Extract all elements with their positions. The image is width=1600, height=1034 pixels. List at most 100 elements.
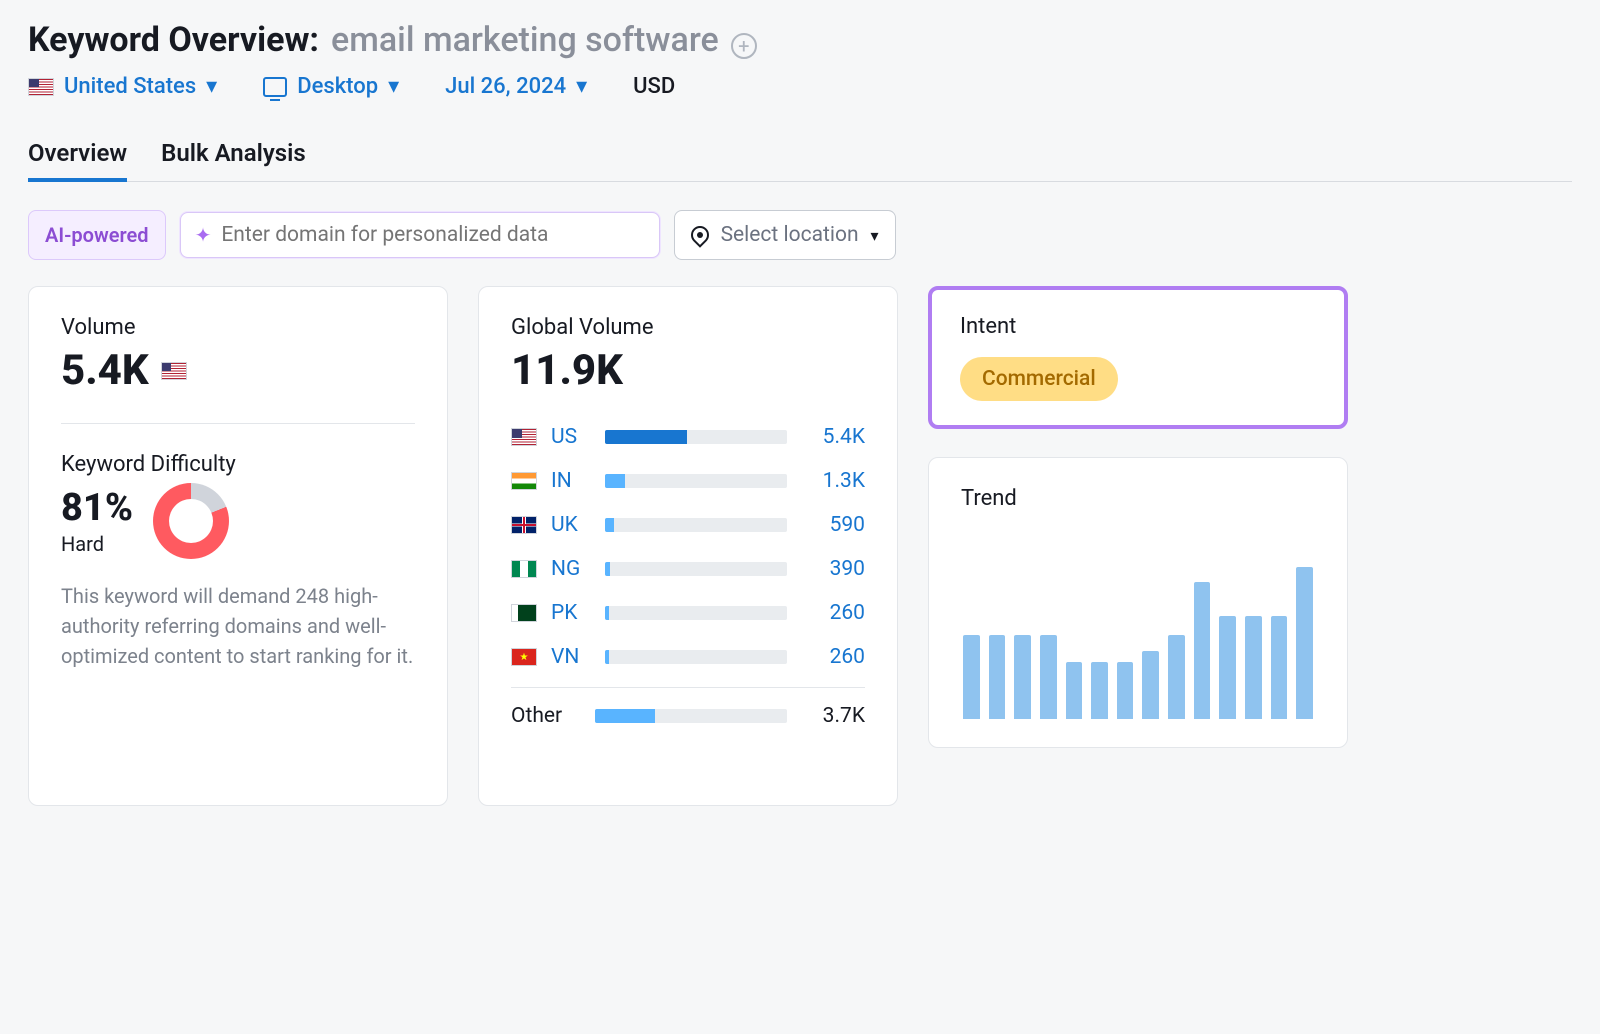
intent-label: Intent: [960, 314, 1316, 339]
global-volume-row[interactable]: PK 260: [511, 591, 865, 635]
other-volume-value: 3.7K: [801, 704, 865, 728]
controls-row: AI-powered ✦ Select location ▾: [28, 210, 1572, 260]
volume-card: Volume 5.4K Keyword Difficulty 81% Hard …: [28, 286, 448, 806]
global-volume-value: 11.9K: [511, 346, 865, 395]
intent-value-pill: Commercial: [960, 357, 1118, 401]
volume-value-text: 5.4K: [61, 346, 149, 395]
kd-label: Keyword Difficulty: [61, 452, 415, 477]
currency-label: USD: [633, 74, 675, 99]
kd-percentage: 81%: [61, 486, 133, 530]
add-keyword-button[interactable]: +: [731, 33, 757, 59]
volume-bar: [595, 709, 787, 723]
date-filter-label: Jul 26, 2024: [445, 74, 566, 99]
country-code: UK: [551, 513, 591, 537]
country-volume-value: 590: [801, 513, 865, 537]
right-column: Intent Commercial Trend: [928, 286, 1348, 748]
kd-donut-chart: [153, 483, 229, 559]
country-volume-value: 1.3K: [801, 469, 865, 493]
volume-bar: [605, 650, 787, 664]
country-code: PK: [551, 601, 591, 625]
volume-bar: [605, 518, 787, 532]
trend-bar: [989, 635, 1006, 719]
chevron-down-icon: ▾: [576, 74, 587, 99]
ai-powered-badge: AI-powered: [28, 210, 166, 260]
global-volume-row[interactable]: NG 390: [511, 547, 865, 591]
country-volume-value: 260: [801, 645, 865, 669]
country-code: VN: [551, 645, 591, 669]
tabs-row: Overview Bulk Analysis: [28, 129, 1572, 182]
location-select[interactable]: Select location ▾: [674, 210, 896, 260]
volume-bar: [605, 606, 787, 620]
country-volume-value: 5.4K: [801, 425, 865, 449]
country-flag-icon: [511, 560, 537, 578]
chevron-down-icon: ▾: [871, 226, 879, 245]
country-flag-icon: [511, 604, 537, 622]
filters-row: United States ▾ Desktop ▾ Jul 26, 2024 ▾…: [28, 74, 1572, 99]
volume-label: Volume: [61, 315, 415, 340]
desktop-icon: [263, 77, 287, 97]
trend-bar: [1014, 635, 1031, 719]
global-volume-row[interactable]: UK 590: [511, 503, 865, 547]
country-volume-value: 390: [801, 557, 865, 581]
kd-rating: Hard: [61, 532, 133, 556]
sparkle-icon: ✦: [195, 223, 212, 247]
country-code: US: [551, 425, 591, 449]
chevron-down-icon: ▾: [388, 74, 399, 99]
global-volume-card: Global Volume 11.9K US 5.4K IN 1.3K UK 590 NG 3…: [478, 286, 898, 806]
intent-card: Intent Commercial: [928, 286, 1348, 429]
kd-description: This keyword will demand 248 high-author…: [61, 581, 415, 671]
trend-bar: [1117, 662, 1134, 719]
global-volume-label: Global Volume: [511, 315, 865, 340]
location-select-label: Select location: [721, 223, 859, 247]
trend-bar: [1168, 635, 1185, 719]
chevron-down-icon: ▾: [206, 74, 217, 99]
trend-bar: [1142, 651, 1159, 719]
country-filter-label: United States: [64, 74, 196, 99]
tab-overview[interactable]: Overview: [28, 129, 127, 181]
divider: [61, 423, 415, 424]
country-code: IN: [551, 469, 591, 493]
kd-values: 81% Hard: [61, 486, 133, 556]
location-pin-icon: [687, 222, 712, 247]
trend-card: Trend: [928, 457, 1348, 748]
trend-bar-chart: [961, 529, 1315, 719]
global-volume-row[interactable]: US 5.4K: [511, 415, 865, 459]
trend-label: Trend: [961, 486, 1315, 511]
trend-bar: [1040, 635, 1057, 719]
country-flag-icon: [511, 516, 537, 534]
us-flag-icon: [28, 78, 54, 96]
kd-row: 81% Hard: [61, 483, 415, 559]
device-filter[interactable]: Desktop ▾: [263, 74, 399, 99]
country-flag-icon: [511, 428, 537, 446]
global-volume-row[interactable]: VN 260: [511, 635, 865, 679]
volume-bar: [605, 562, 787, 576]
global-volume-row[interactable]: IN 1.3K: [511, 459, 865, 503]
volume-value: 5.4K: [61, 346, 415, 395]
trend-bar: [1194, 582, 1211, 719]
page-header: Keyword Overview: email marketing softwa…: [28, 20, 1572, 60]
trend-bar: [1245, 616, 1262, 719]
trend-bar: [963, 635, 980, 719]
global-volume-value-text: 11.9K: [511, 346, 623, 395]
volume-bar: [605, 430, 787, 444]
date-filter[interactable]: Jul 26, 2024 ▾: [445, 74, 587, 99]
country-code: NG: [551, 557, 591, 581]
us-flag-icon: [161, 362, 187, 380]
page-title-keyword: email marketing software: [331, 20, 719, 60]
tab-bulk-analysis[interactable]: Bulk Analysis: [161, 129, 306, 181]
domain-input-wrap[interactable]: ✦: [180, 212, 660, 258]
country-flag-icon: [511, 472, 537, 490]
page-title-label: Keyword Overview:: [28, 20, 319, 60]
trend-bar: [1066, 662, 1083, 719]
global-volume-country-list: US 5.4K IN 1.3K UK 590 NG 390 PK 260 VN 260 Other 3.7…: [511, 415, 865, 738]
metrics-cards-row: Volume 5.4K Keyword Difficulty 81% Hard …: [28, 286, 1572, 806]
trend-bar: [1091, 662, 1108, 719]
volume-bar: [605, 474, 787, 488]
domain-input[interactable]: [221, 223, 644, 247]
country-filter[interactable]: United States ▾: [28, 74, 217, 99]
country-volume-value: 260: [801, 601, 865, 625]
global-volume-other-row: Other 3.7K: [511, 687, 865, 738]
trend-bar: [1271, 616, 1288, 719]
trend-bar: [1219, 616, 1236, 719]
other-label: Other: [511, 704, 581, 728]
